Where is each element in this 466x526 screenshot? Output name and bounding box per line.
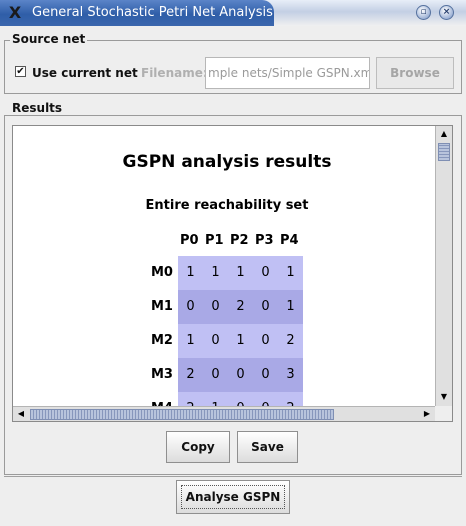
app-icon: X xyxy=(8,3,22,22)
table-row: 1 0 1 0 2 xyxy=(178,324,303,358)
results-viewport: GSPN analysis results Entire reachabilit… xyxy=(13,126,435,406)
table-cell: 1 xyxy=(286,265,295,280)
horizontal-scrollbar[interactable]: ◀ ▶ xyxy=(13,406,435,421)
column-header: P0 xyxy=(180,233,199,248)
close-icon[interactable]: × xyxy=(439,5,454,20)
table-cell: 1 xyxy=(186,333,195,348)
filename-label: Filename: xyxy=(141,66,208,80)
minimize-icon[interactable]: ▫ xyxy=(416,5,431,20)
row-header: M0 xyxy=(151,265,173,280)
analyse-gspn-button[interactable]: Analyse GSPN xyxy=(176,480,290,514)
table-cell: 0 xyxy=(261,265,270,280)
window-title: General Stochastic Petri Net Analysis xyxy=(32,5,273,20)
column-header: P2 xyxy=(230,233,249,248)
horizontal-scroll-thumb[interactable] xyxy=(30,409,334,420)
gspn-analysis-window: X General Stochastic Petri Net Analysis … xyxy=(0,0,466,526)
results-scroll-pane[interactable]: GSPN analysis results Entire reachabilit… xyxy=(12,125,453,422)
table-cell: 1 xyxy=(286,299,295,314)
row-header: M2 xyxy=(151,333,173,348)
table-cell: 0 xyxy=(261,333,270,348)
scroll-right-icon[interactable]: ▶ xyxy=(420,407,434,421)
table-row: 0 0 2 0 1 xyxy=(178,290,303,324)
table-cell: 3 xyxy=(286,367,295,382)
source-net-label: Source net xyxy=(10,32,88,46)
table-cell: 1 xyxy=(211,265,220,280)
table-cell: 2 xyxy=(186,367,195,382)
report-title: GSPN analysis results xyxy=(122,152,332,172)
row-header: M3 xyxy=(151,367,173,382)
table-row: 1 1 1 0 1 xyxy=(178,256,303,290)
use-current-label[interactable]: Use current net xyxy=(32,66,138,80)
focus-ring xyxy=(181,485,285,509)
table-cell: 0 xyxy=(261,299,270,314)
scroll-up-icon[interactable]: ▲ xyxy=(437,127,451,141)
filename-field[interactable]: mple nets/Simple GSPN.xml xyxy=(205,57,370,89)
divider xyxy=(4,476,462,477)
column-header: P3 xyxy=(255,233,274,248)
scroll-left-icon[interactable]: ◀ xyxy=(14,407,28,421)
scroll-corner xyxy=(435,406,452,421)
table-cell: 1 xyxy=(186,265,195,280)
column-header: P1 xyxy=(205,233,224,248)
table-cell: 1 xyxy=(236,265,245,280)
vertical-scrollbar[interactable]: ▲ ▼ xyxy=(435,126,452,406)
table-row: 21002 xyxy=(178,392,303,406)
save-button[interactable]: Save xyxy=(237,431,298,463)
table-cell: 0 xyxy=(186,299,195,314)
table-cell: 0 xyxy=(211,299,220,314)
table-row: 2 0 0 0 3 xyxy=(178,358,303,392)
vertical-scroll-thumb[interactable] xyxy=(438,143,450,161)
scroll-down-icon[interactable]: ▼ xyxy=(437,390,451,404)
table-cell: 1 xyxy=(236,333,245,348)
title-bar[interactable]: X General Stochastic Petri Net Analysis … xyxy=(0,0,466,26)
browse-button[interactable]: Browse xyxy=(376,57,454,89)
report-subtitle: Entire reachability set xyxy=(145,198,309,213)
copy-button[interactable]: Copy xyxy=(166,431,230,463)
table-cell: 0 xyxy=(236,367,245,382)
table-cell: 0 xyxy=(261,367,270,382)
title-tab: X General Stochastic Petri Net Analysis xyxy=(0,0,274,26)
table-cell: 2 xyxy=(236,299,245,314)
table-cell: 0 xyxy=(211,367,220,382)
column-header: P4 xyxy=(280,233,299,248)
results-label: Results xyxy=(10,101,65,115)
table-cell: 0 xyxy=(211,333,220,348)
table-cell: 2 xyxy=(286,333,295,348)
use-current-checkbox[interactable]: ✔ xyxy=(15,66,26,77)
row-header: M1 xyxy=(151,299,173,314)
